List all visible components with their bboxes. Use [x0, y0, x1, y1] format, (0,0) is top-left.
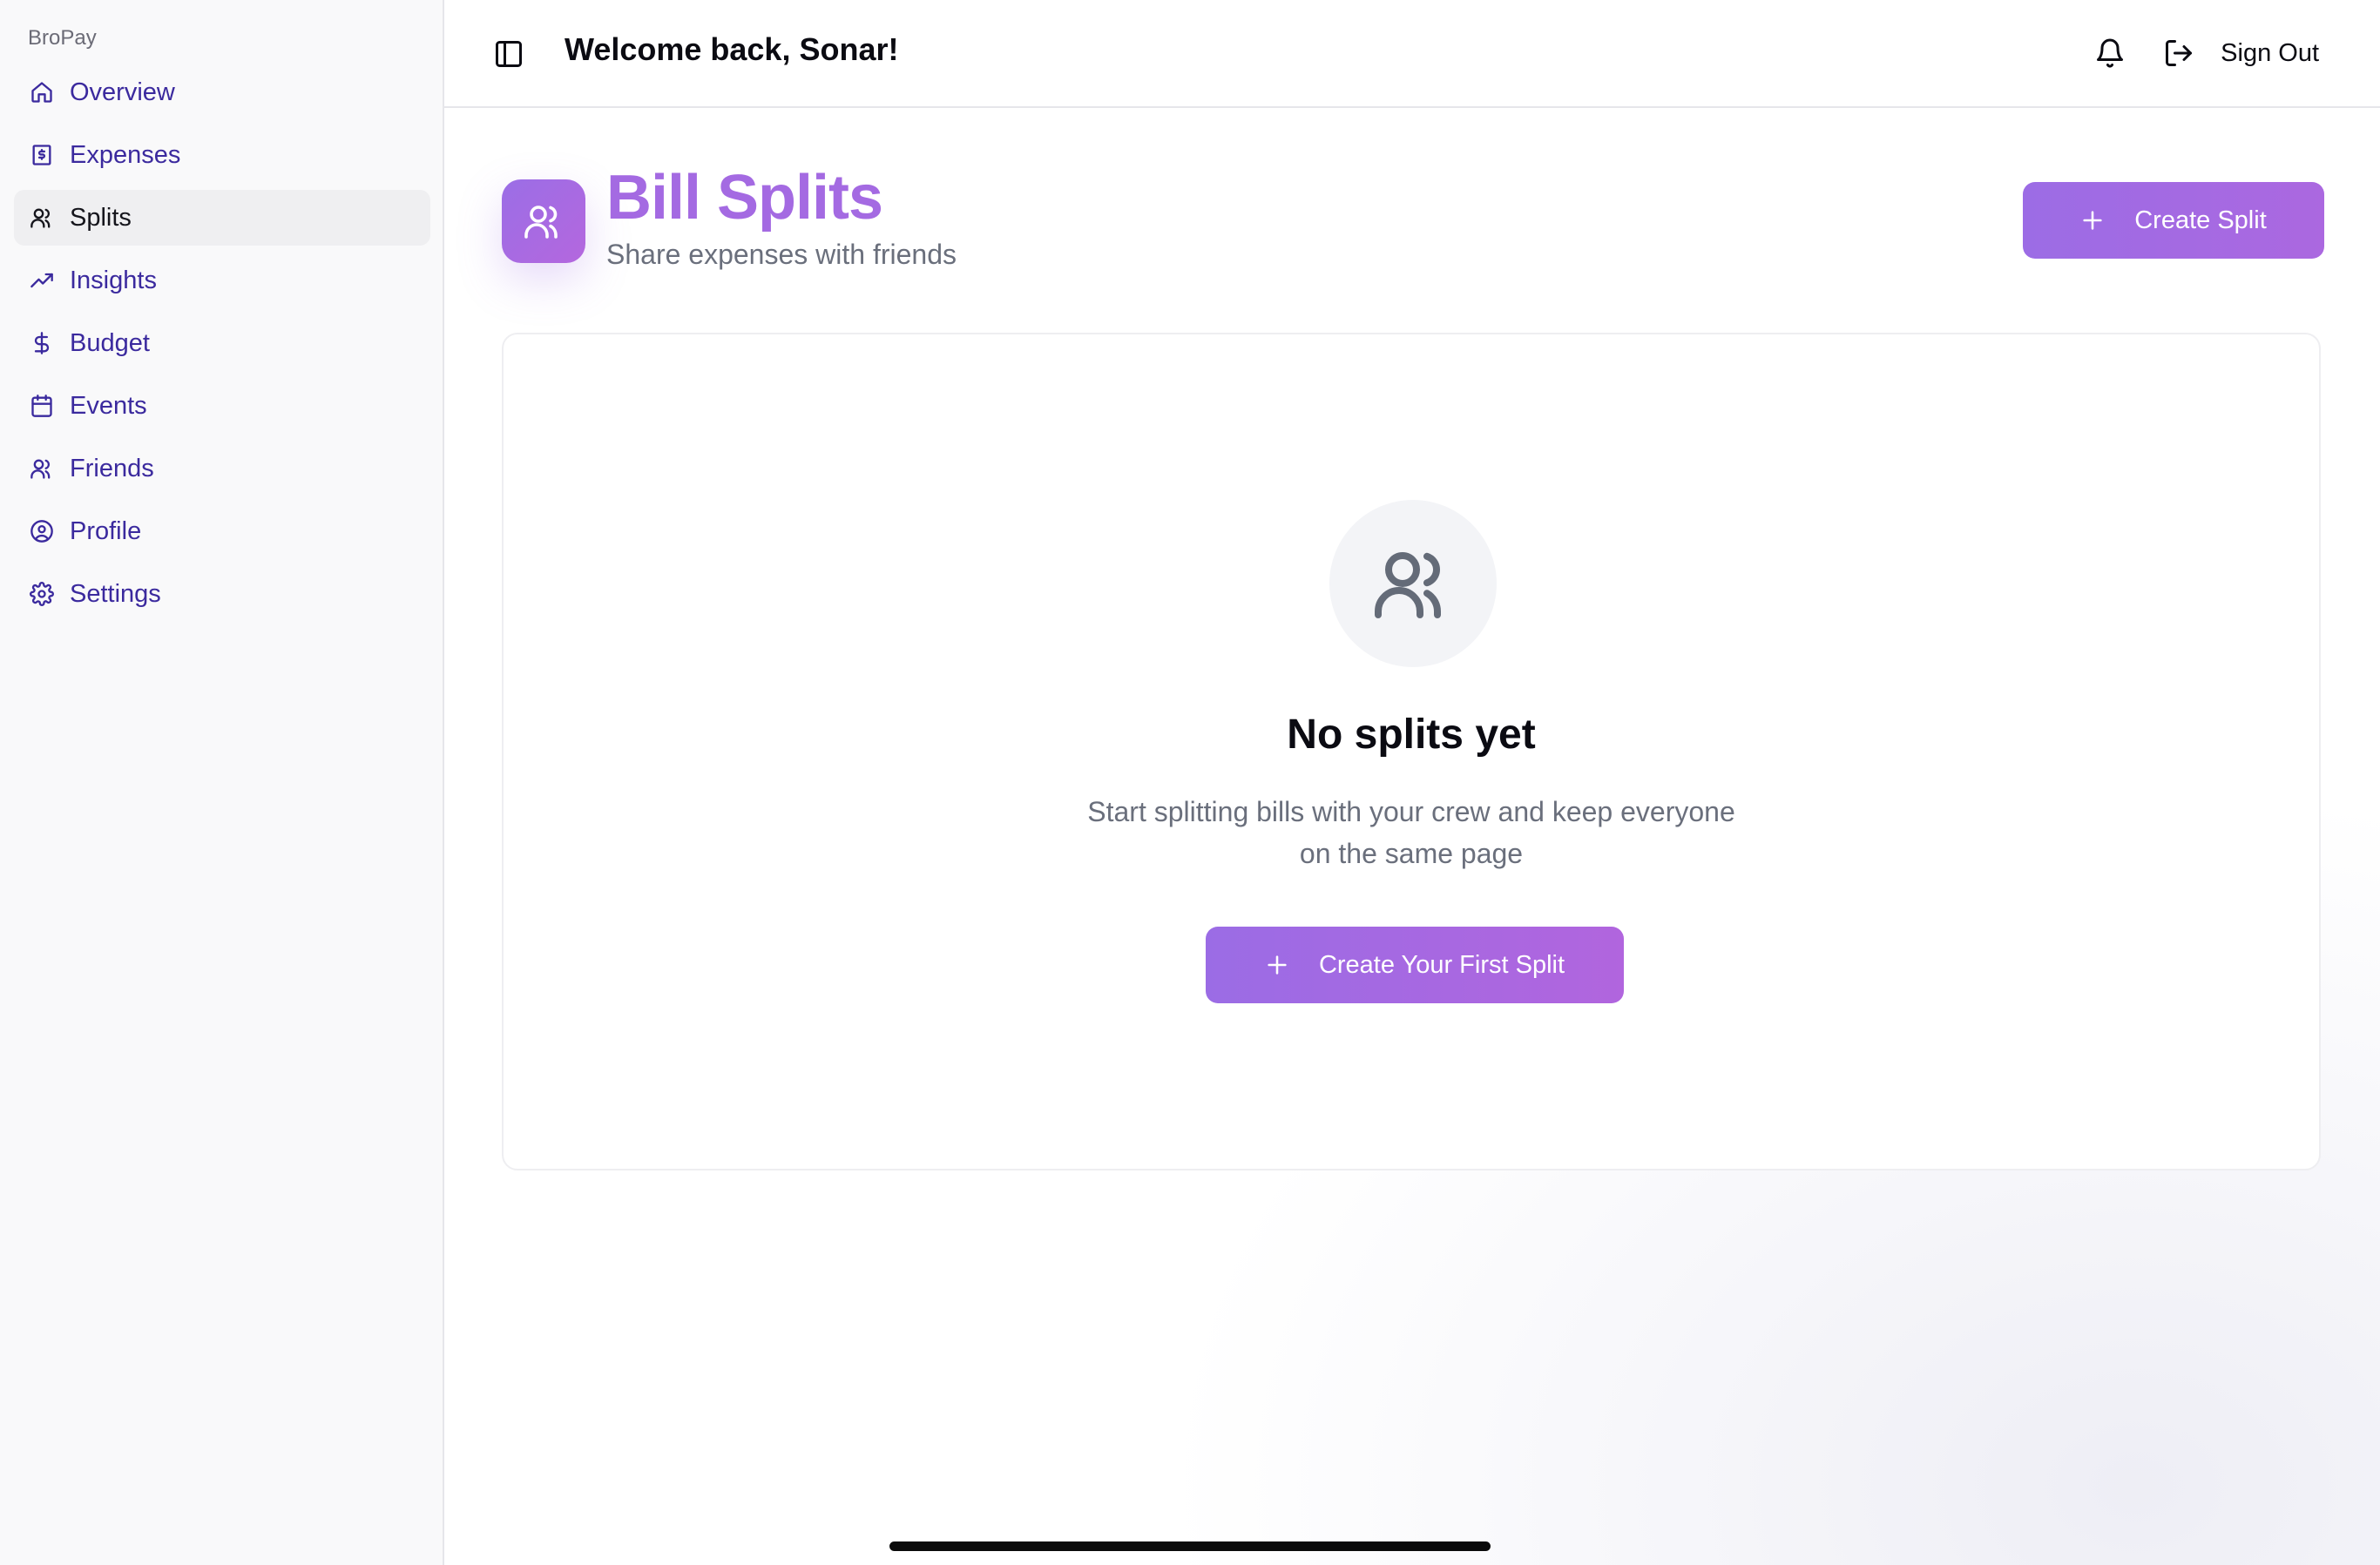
home-icon — [28, 78, 56, 106]
users-icon — [28, 455, 56, 482]
empty-state-text-line: Start splitting bills with your crew and… — [1087, 796, 1735, 827]
gear-icon — [28, 580, 56, 608]
users-icon — [502, 179, 585, 263]
sign-out-label: Sign Out — [2221, 38, 2319, 67]
sidebar-item-friends[interactable]: Friends — [14, 441, 430, 496]
main-content: Bill Splits Share expenses with friends … — [444, 108, 2380, 1565]
sidebar-item-overview[interactable]: Overview — [14, 64, 430, 120]
dollar-sign-icon — [28, 329, 56, 357]
sidebar-item-events[interactable]: Events — [14, 378, 430, 434]
create-first-split-label: Create Your First Split — [1318, 950, 1565, 979]
empty-state-text-line: on the same page — [1299, 838, 1524, 869]
calendar-icon — [28, 392, 56, 420]
users-icon — [28, 204, 56, 232]
sidebar-item-label: Budget — [70, 328, 150, 357]
sidebar-item-label: Insights — [70, 266, 157, 294]
brand-name: BroPay — [28, 26, 97, 50]
sidebar-item-label: Overview — [70, 78, 175, 106]
sign-out-button[interactable]: Sign Out — [2163, 33, 2319, 73]
page-title: Bill Splits — [606, 163, 883, 233]
plus-icon — [2080, 208, 2105, 233]
users-icon — [1329, 500, 1497, 667]
sidebar-item-splits[interactable]: Splits — [14, 190, 430, 246]
sidebar-item-label: Profile — [70, 516, 142, 545]
sidebar-item-profile[interactable]: Profile — [14, 503, 430, 559]
sidebar: BroPay Overview Expenses Splits Insights — [0, 0, 444, 1565]
sidebar-nav: Overview Expenses Splits Insights Budget — [14, 64, 430, 629]
bell-icon[interactable] — [2094, 37, 2126, 69]
sidebar-toggle-icon[interactable] — [493, 38, 524, 70]
sidebar-item-label: Friends — [70, 454, 154, 482]
log-out-icon — [2163, 37, 2194, 69]
top-header: Welcome back, Sonar! Sign Out — [444, 0, 2380, 108]
sidebar-item-budget[interactable]: Budget — [14, 315, 430, 371]
home-indicator — [889, 1541, 1491, 1551]
trending-up-icon — [28, 266, 56, 294]
plus-icon — [1265, 953, 1289, 977]
user-circle-icon — [28, 517, 56, 545]
sidebar-item-insights[interactable]: Insights — [14, 253, 430, 308]
receipt-dollar-icon — [28, 141, 56, 169]
sidebar-item-label: Expenses — [70, 140, 181, 169]
create-first-split-button[interactable]: Create Your First Split — [1206, 927, 1624, 1003]
sidebar-item-settings[interactable]: Settings — [14, 566, 430, 622]
sidebar-item-label: Events — [70, 391, 147, 420]
sidebar-item-label: Settings — [70, 579, 161, 608]
welcome-heading: Welcome back, Sonar! — [565, 31, 899, 67]
page-subtitle: Share expenses with friends — [606, 239, 957, 270]
sidebar-item-expenses[interactable]: Expenses — [14, 127, 430, 183]
create-split-button[interactable]: Create Split — [2023, 182, 2324, 259]
create-split-label: Create Split — [2134, 206, 2267, 234]
empty-state-title: No splits yet — [1287, 712, 1536, 758]
empty-state-card: No splits yet Start splitting bills with… — [502, 333, 2321, 1170]
sidebar-item-label: Splits — [70, 203, 132, 232]
empty-state-text: Start splitting bills with your crew and… — [504, 791, 2319, 874]
